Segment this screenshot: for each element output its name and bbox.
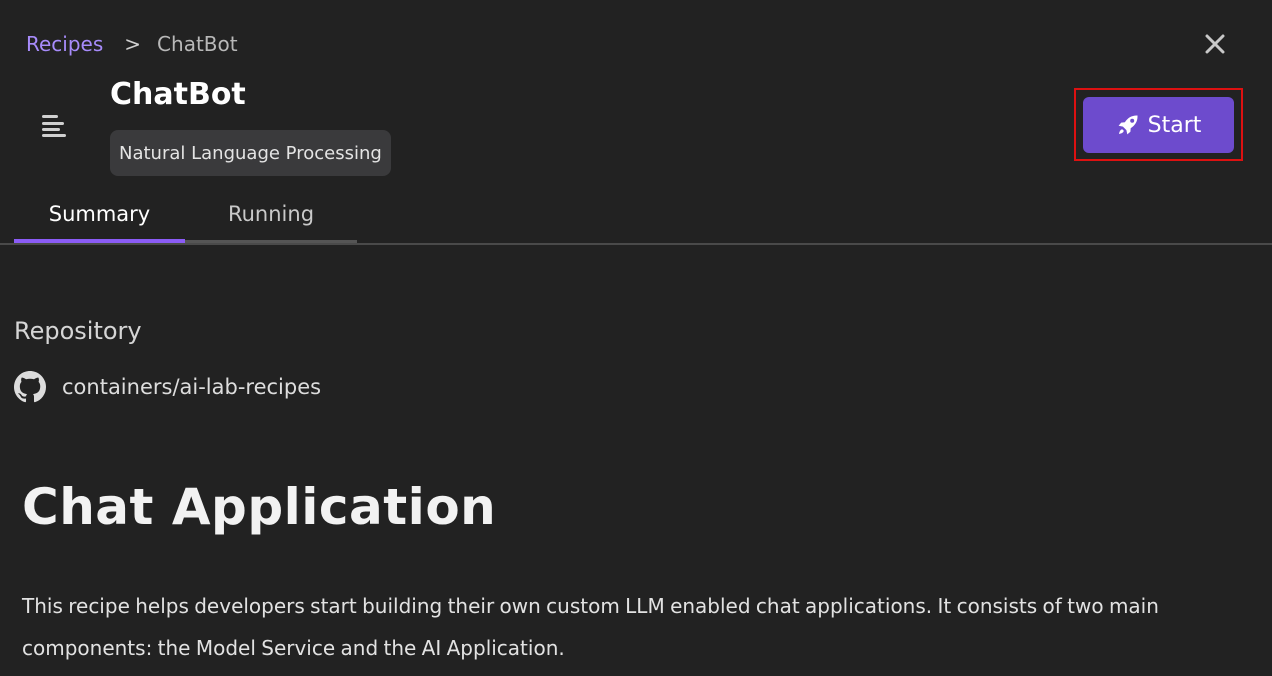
category-badge: Natural Language Processing (110, 130, 391, 176)
tab-summary[interactable]: Summary (14, 188, 185, 243)
breadcrumb-current: ChatBot (157, 32, 238, 56)
repository-heading: Repository (14, 317, 142, 345)
readme-paragraph: This recipe helps developers start build… (22, 594, 1159, 660)
breadcrumb-recipes-link[interactable]: Recipes (26, 32, 103, 56)
readme-title: Chat Application (22, 478, 497, 536)
page-title: ChatBot (110, 77, 246, 112)
close-icon (1205, 34, 1225, 54)
breadcrumb: Recipes > ChatBot (26, 30, 238, 58)
menu-lines-icon (40, 113, 68, 139)
rocket-icon (1118, 115, 1138, 135)
github-icon (14, 371, 46, 403)
breadcrumb-separator: > (124, 32, 142, 56)
tab-running[interactable]: Running (185, 188, 357, 243)
tabs-divider (0, 243, 1272, 245)
start-button[interactable]: Start (1083, 97, 1234, 153)
repository-link[interactable]: containers/ai-lab-recipes (14, 370, 321, 404)
repository-link-text: containers/ai-lab-recipes (62, 375, 322, 399)
tab-bar: Summary Running (14, 188, 357, 243)
close-button[interactable] (1200, 29, 1230, 59)
start-button-label: Start (1147, 112, 1202, 138)
